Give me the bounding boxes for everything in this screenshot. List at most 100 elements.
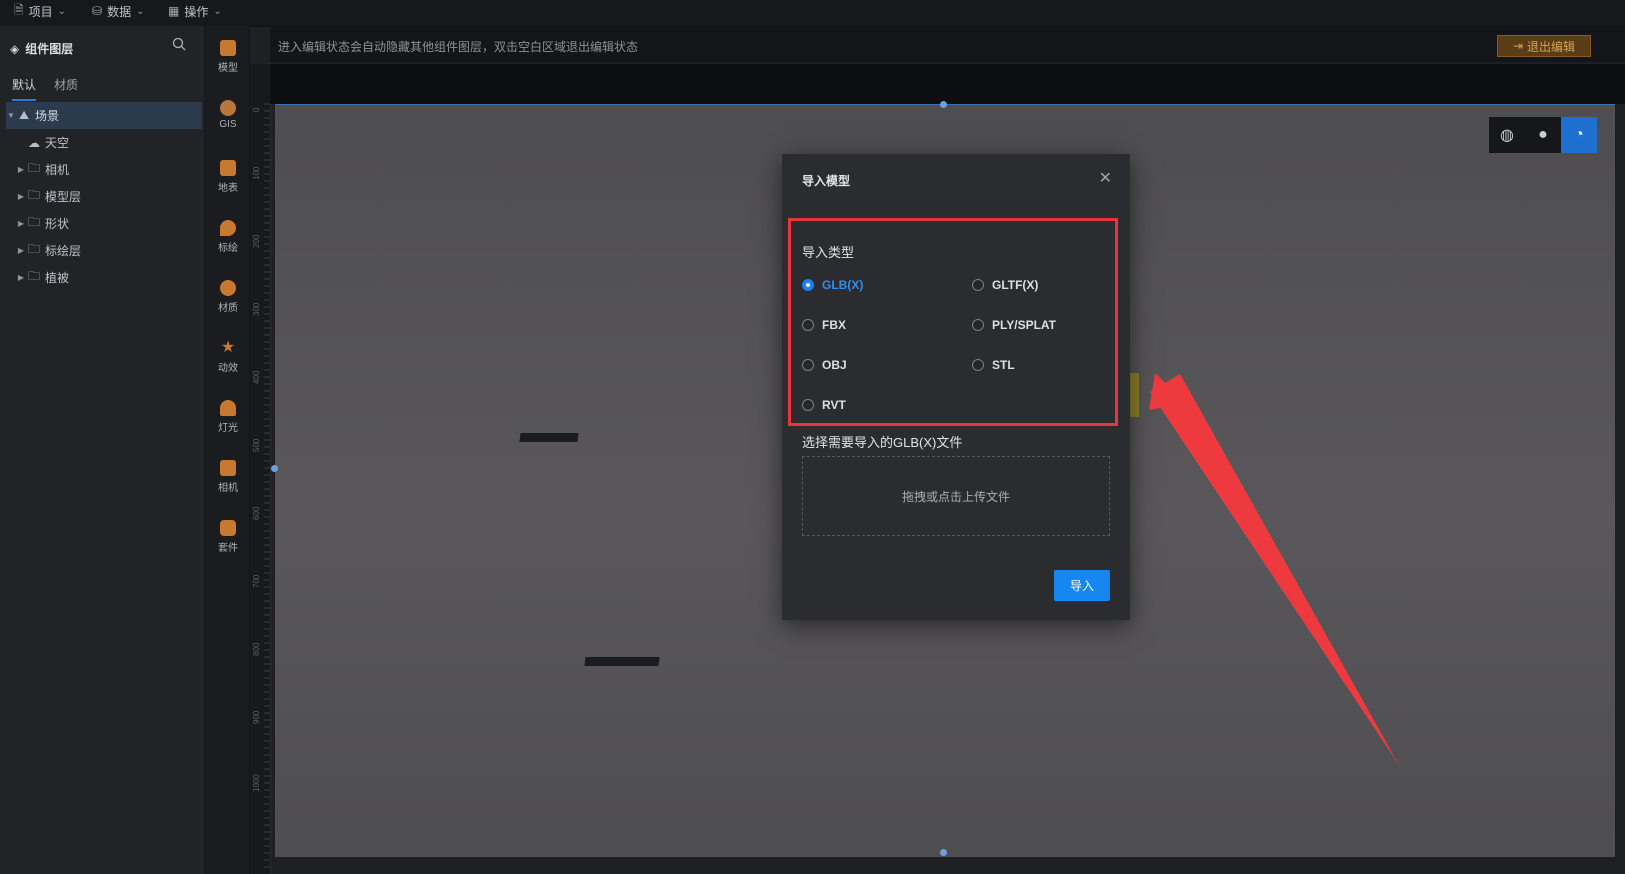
ruler-tick-label: 200 [252,234,261,248]
menu-operation[interactable]: ▦ 操作 ⌄ [160,0,230,22]
layers-icon: ◈ [10,41,20,56]
star-icon: ★ [220,339,236,356]
toolbar-annotation[interactable]: 标绘 [205,220,251,254]
globe-icon [220,100,236,116]
rotate-view-icon[interactable]: ◔ [1561,117,1597,153]
toolbar-kit[interactable]: 套件 [205,520,251,554]
folder-icon: 🗀 [27,215,40,229]
exit-icon: ⇥ [1512,39,1524,53]
caret-right-icon[interactable]: ▶ [16,192,26,201]
resize-handle[interactable] [271,465,278,472]
radio-gltf[interactable]: GLTF(X) [972,278,1038,292]
database-icon: ⛁ [92,4,103,18]
model-icon [220,40,236,56]
menu-project[interactable]: 🗎 项目 ⌄ [6,0,74,22]
tree-item-scene[interactable]: ▼ ⛰ 场景 [6,102,202,129]
radio-ply-splat[interactable]: PLY/SPLAT [972,318,1056,332]
vertical-ruler: 0 100 200 300 400 500 600 700 800 900 1000 [250,64,271,874]
menu-operation-label: 操作 [184,4,209,19]
toolbar-annotation-label: 标绘 [218,243,238,254]
material-icon [220,280,236,296]
tree-item-label: 形状 [45,217,70,231]
import-button[interactable]: 导入 [1054,570,1110,601]
radio-label: OBJ [822,358,847,372]
toolbar-camera-label: 相机 [218,483,238,494]
radio-dot [972,319,984,331]
kit-icon [220,520,236,536]
radio-label: PLY/SPLAT [992,318,1057,332]
scene-icon: ⛰ [18,108,30,122]
toolbar-camera[interactable]: 相机 [205,460,251,494]
tree-item-label: 模型层 [45,190,82,204]
tab-default[interactable]: 默认 [12,76,37,101]
tab-material[interactable]: 材质 [54,76,78,101]
ruler-tick-label: 100 [252,166,261,180]
chevron-down-icon: ⌄ [213,5,222,17]
tree-item-model-layer[interactable]: ▶ 🗀 模型层 [6,183,202,210]
ruler-tick-label: 600 [252,506,261,520]
ruler-tick-label: 400 [252,370,261,384]
caret-down-icon[interactable]: ▼ [6,111,16,120]
resize-handle[interactable] [940,849,947,856]
upload-dropzone[interactable]: 拖拽或点击上传文件 [802,456,1110,536]
tree-item-label: 场景 [35,109,60,123]
radio-obj[interactable]: OBJ [802,358,847,372]
layer-panel-header: ◈ 组件图层 [10,40,73,57]
ruler-tick-label: 900 [252,710,261,724]
caret-right-icon[interactable]: ▶ [16,219,26,228]
toolbar-effect[interactable]: ★ 动效 [205,339,251,375]
radio-fbx[interactable]: FBX [802,318,846,332]
toolbar-terrain-label: 地表 [218,183,238,194]
tree-item-vegetation[interactable]: ▶ 🗀 植被 [6,264,202,291]
toolbar-gis-label: GIS [219,119,237,130]
radio-dot [972,279,984,291]
exit-edit-label: 退出编辑 [1527,39,1576,54]
radio-dot [802,359,814,371]
toolbar-model[interactable]: 模型 [205,40,251,74]
tree-item-label: 天空 [45,136,70,150]
exit-edit-button[interactable]: ⇥ 退出编辑 [1497,35,1591,57]
layer-panel-title: 组件图层 [25,42,74,56]
caret-right-icon[interactable]: ▶ [16,273,26,282]
close-icon[interactable]: ✕ [1099,168,1112,188]
toolbar-terrain[interactable]: 地表 [205,160,251,194]
dropzone-text: 拖拽或点击上传文件 [901,489,1010,504]
tree-item-camera[interactable]: ▶ 🗀 相机 [6,156,202,183]
top-menu-bar: 🗎 项目 ⌄ ⛁ 数据 ⌄ ▦ 操作 ⌄ [0,0,1625,27]
scene-object[interactable] [584,657,660,666]
file-icon: 🗎 [14,2,24,17]
radio-rvt[interactable]: RVT [802,398,846,412]
radio-dot [802,319,814,331]
caret-right-icon[interactable]: ▶ [16,165,26,174]
caret-right-icon[interactable]: ▶ [16,246,26,255]
search-icon[interactable] [172,37,188,53]
tree-item-shape[interactable]: ▶ 🗀 形状 [6,210,202,237]
folder-icon: 🗀 [27,269,40,283]
chevron-down-icon: ⌄ [136,5,145,17]
toolbar-gis[interactable]: GIS [205,100,251,130]
radio-glb[interactable]: GLB(X) [802,278,863,292]
toolbar-effect-label: 动效 [218,363,238,374]
radio-dot [802,399,814,411]
radio-dot [972,359,984,371]
toolbar-material[interactable]: 材质 [205,280,251,314]
tree-item-sky[interactable]: ☁ 天空 [6,129,202,156]
ruler-ticks [264,103,270,868]
view-tools: ◍ ● ◔ [1489,117,1597,153]
scene-object[interactable] [519,433,579,442]
toolbar-kit-label: 套件 [218,543,238,554]
layer-panel: ◈ 组件图层 默认 材质 ▼ ⛰ 场景 ☁ 天空 ▶ 🗀 相机 ▶ 🗀 模型层 … [0,26,205,874]
folder-icon: 🗀 [27,161,40,175]
sphere-view-icon[interactable]: ● [1525,117,1561,153]
radio-label: RVT [822,398,846,412]
radio-stl[interactable]: STL [972,358,1015,372]
toolbar-light[interactable]: 灯光 [205,400,251,434]
component-toolbar: 模型 GIS 地表 标绘 材质 ★ 动效 灯光 相机 套件 [205,26,250,874]
menu-data[interactable]: ⛁ 数据 ⌄ [84,0,152,22]
globe-view-icon[interactable]: ◍ [1489,117,1525,153]
tree-item-annotation-layer[interactable]: ▶ 🗀 标绘层 [6,237,202,264]
menu-project-label: 项目 [28,4,53,19]
resize-handle[interactable] [940,101,947,108]
dialog-title: 导入模型 [802,174,851,188]
chevron-down-icon: ⌄ [57,5,67,17]
